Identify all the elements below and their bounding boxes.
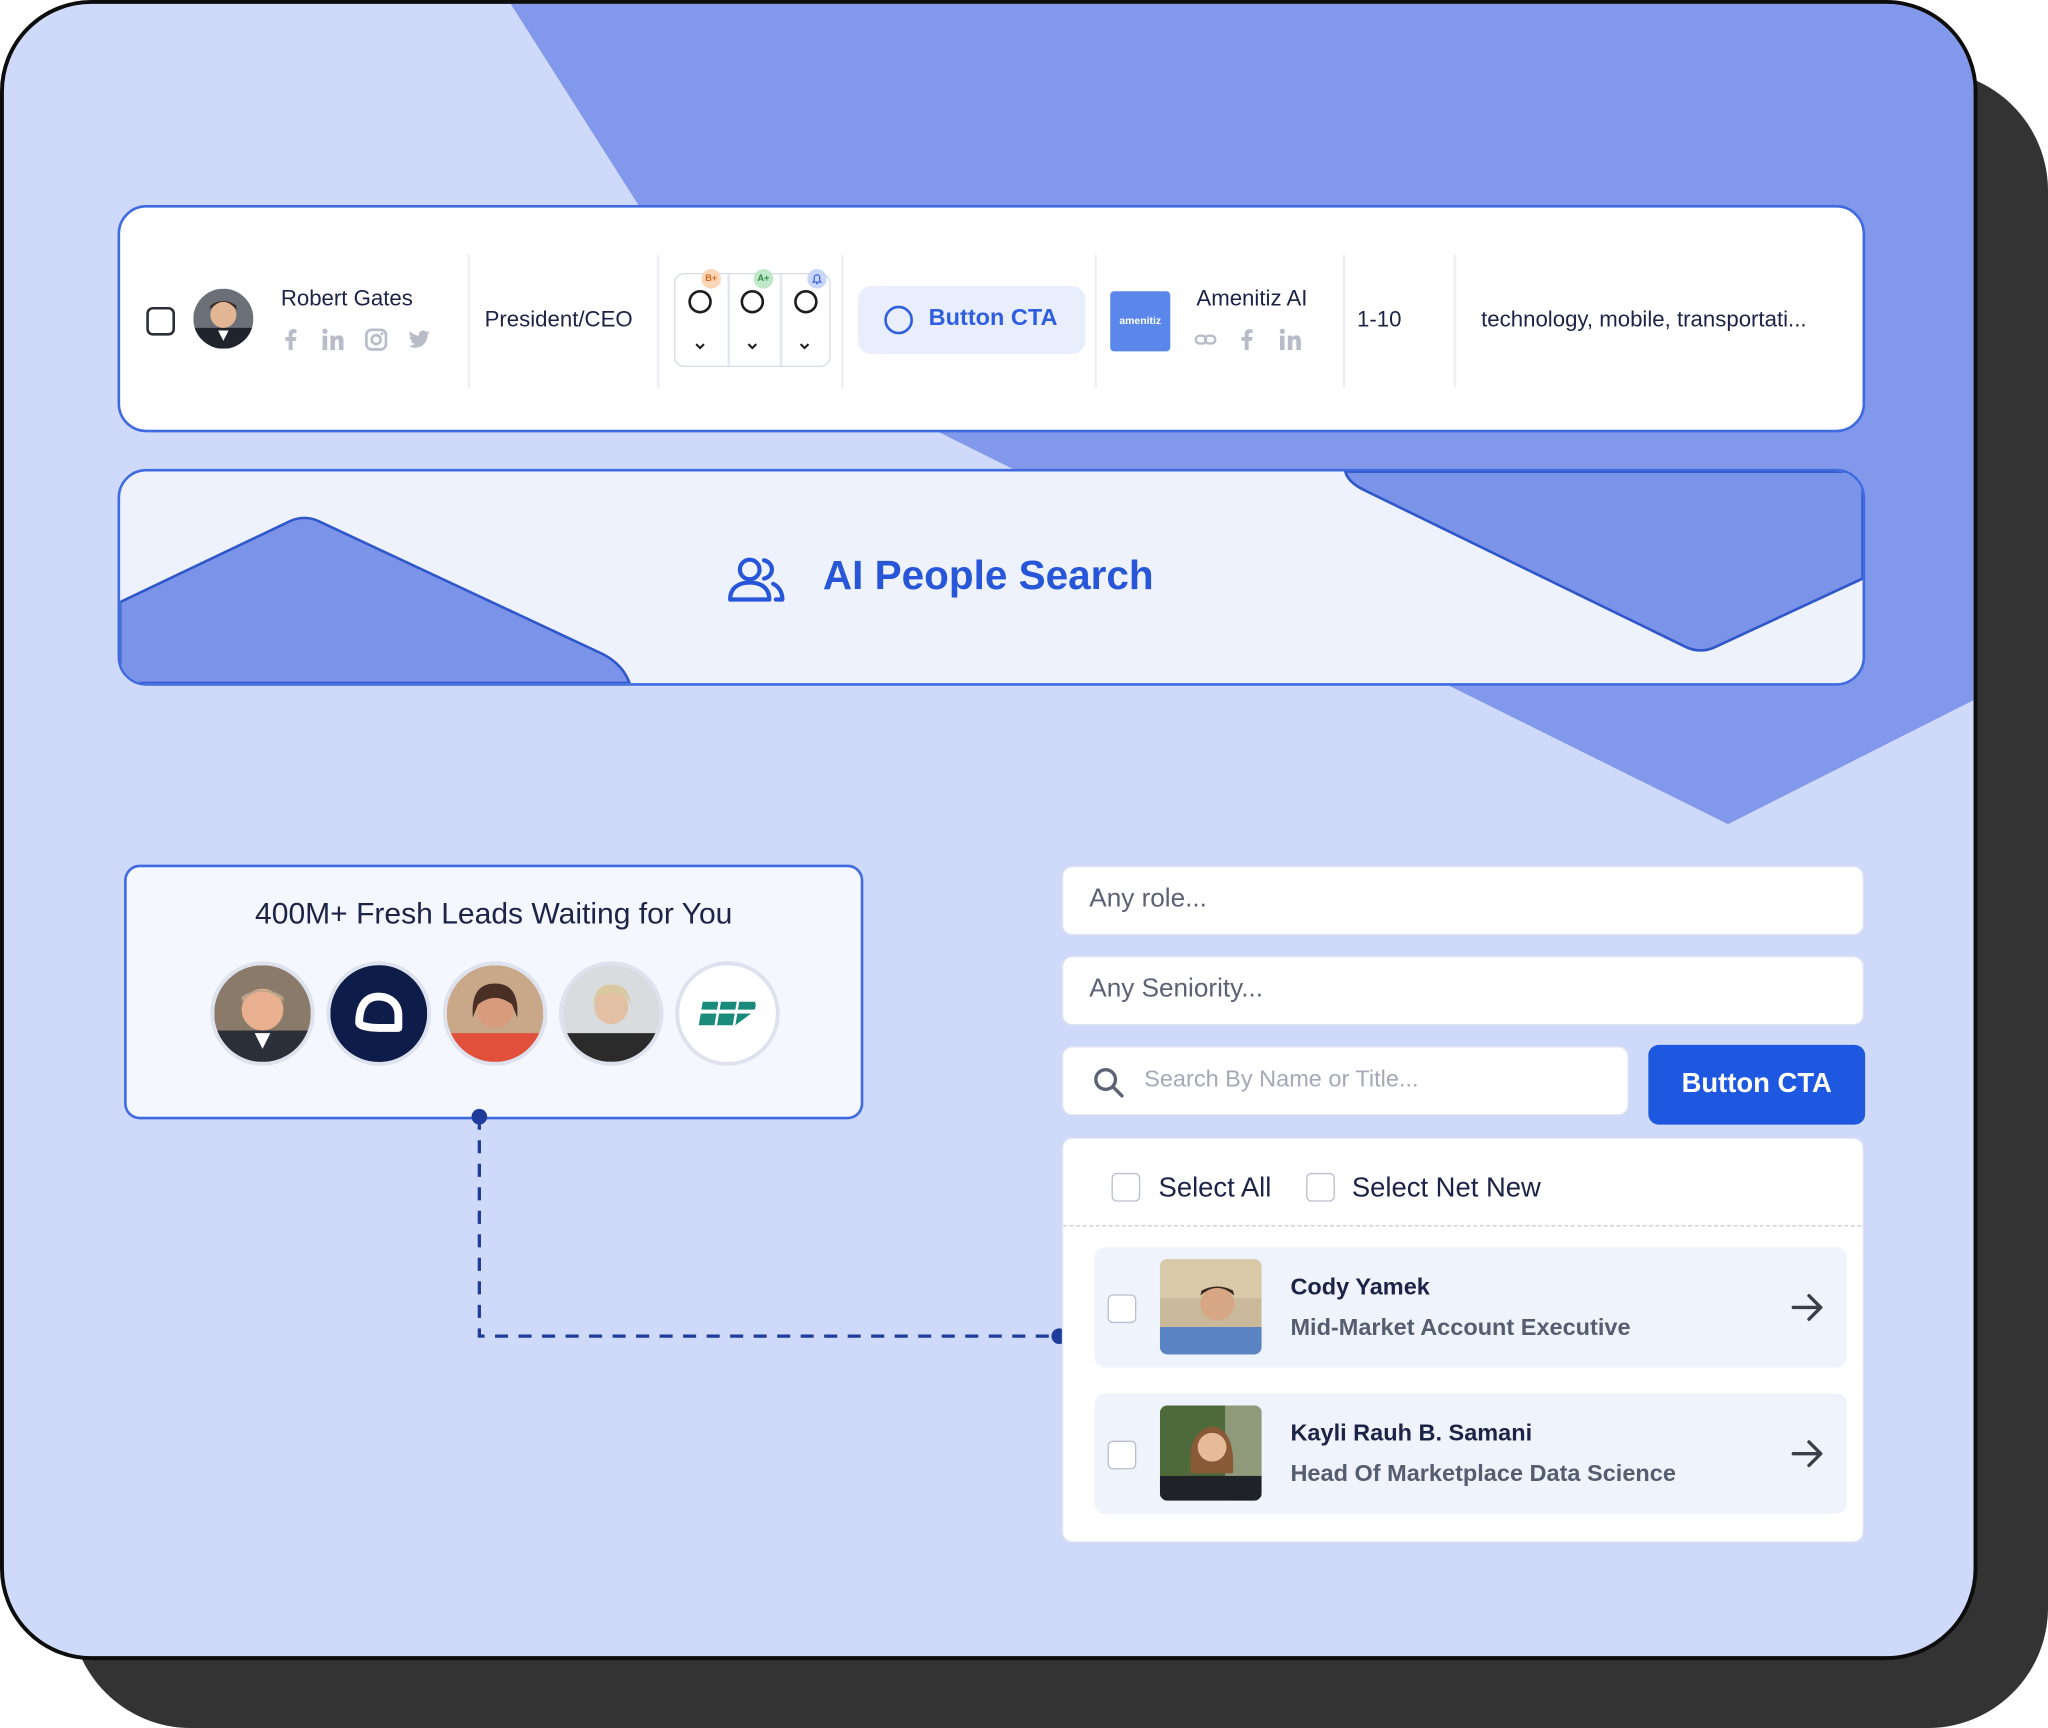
people-icon [728,557,785,602]
facebook-icon[interactable] [1236,328,1260,352]
divider [1063,1225,1862,1227]
employee-range: 1-10 [1357,306,1402,332]
lead-avatar-2 [326,961,432,1066]
circle-icon [884,305,913,335]
score-ring[interactable] [740,289,765,314]
result-row[interactable]: Cody Yamek Mid-Market Account Executive [1094,1247,1847,1368]
illustration-stage: Robert Gates President/CEO B+ A+ Button … [0,0,2048,1728]
score-dropdown-group[interactable]: B+ A+ [673,269,831,368]
column-divider [1453,254,1457,388]
score-ring[interactable] [688,289,712,314]
result-name: Cody Yamek [1290,1273,1430,1300]
arrow-right-icon[interactable] [1789,1435,1826,1472]
ai-people-search-banner[interactable]: AI People Search [117,468,1866,686]
column-divider [1342,254,1346,388]
results-panel: Select All Select Net New Cody Yamek Mid… [1061,1137,1864,1543]
button-cta-label: Button CTA [928,304,1058,331]
ai-people-search-title: AI People Search [822,552,1154,599]
result-avatar [1159,1259,1262,1355]
fresh-leads-title: 400M+ Fresh Leads Waiting for You [255,895,733,930]
button-cta-label: Button CTA [1681,1068,1832,1099]
lead-avatar-4 [559,961,664,1066]
select-all-label[interactable]: Select All [1159,1173,1272,1204]
column-divider [841,254,844,388]
row-checkbox[interactable] [146,306,176,336]
result-row[interactable]: Kayli Rauh B. Samani Head Of Marketplace… [1094,1393,1847,1514]
search-input[interactable]: Search By Name or Title... [1061,1046,1629,1116]
lead-avatar-5 [675,961,780,1066]
contact-row-card: Robert Gates President/CEO B+ A+ Button … [117,205,1866,433]
result-avatar [1159,1405,1262,1501]
seniority-placeholder: Any Seniority... [1089,974,1264,1004]
contact-name: Robert Gates [280,286,413,311]
result-title: Head Of Marketplace Data Science [1290,1460,1676,1487]
column-divider [1094,254,1098,388]
score-separator [779,274,782,366]
select-all-checkbox[interactable] [1111,1172,1141,1202]
seniority-field[interactable]: Any Seniority... [1061,956,1864,1026]
score-separator [727,274,730,366]
score-ring[interactable] [794,289,818,314]
instagram-icon[interactable] [364,328,388,352]
facebook-icon[interactable] [280,328,304,352]
search-placeholder: Search By Name or Title... [1144,1065,1419,1092]
arrow-right-icon[interactable] [1789,1289,1826,1326]
avatar [193,288,254,349]
select-net-new-label[interactable]: Select Net New [1352,1173,1541,1204]
company-logo: amenitiz [1110,291,1171,352]
chevron-down-icon[interactable] [798,340,811,353]
chevron-down-icon[interactable] [694,340,707,353]
button-cta-primary[interactable]: Button CTA [1648,1044,1866,1125]
chevron-down-icon[interactable] [746,340,759,353]
score-badge: B+ [701,269,721,289]
column-divider [656,254,660,388]
contact-title: President/CEO [484,306,633,332]
role-placeholder: Any role... [1089,884,1207,913]
role-field[interactable]: Any role... [1061,865,1864,936]
fresh-leads-card: 400M+ Fresh Leads Waiting for You [124,864,864,1120]
linkedin-icon[interactable] [1279,328,1303,352]
industries: technology, mobile, transportati... [1481,306,1807,332]
linkedin-icon[interactable] [321,328,345,352]
column-divider [467,254,471,388]
twitter-icon[interactable] [408,328,432,352]
link-icon[interactable] [1194,328,1218,352]
result-title: Mid-Market Account Executive [1290,1313,1631,1341]
company-name: Amenitiz AI [1196,286,1308,311]
row-checkbox[interactable] [1107,1440,1137,1470]
row-checkbox[interactable] [1107,1294,1137,1324]
button-cta-secondary[interactable]: Button CTA [858,286,1086,354]
select-net-new-checkbox[interactable] [1306,1172,1335,1202]
score-badge: A+ [753,269,774,289]
bell-icon [807,269,827,289]
main-card: Robert Gates President/CEO B+ A+ Button … [0,0,1978,1661]
lead-avatar-3 [442,961,548,1066]
lead-avatar-1 [210,961,315,1066]
result-name: Kayli Rauh B. Samani [1290,1419,1533,1446]
search-icon [1094,1068,1124,1098]
